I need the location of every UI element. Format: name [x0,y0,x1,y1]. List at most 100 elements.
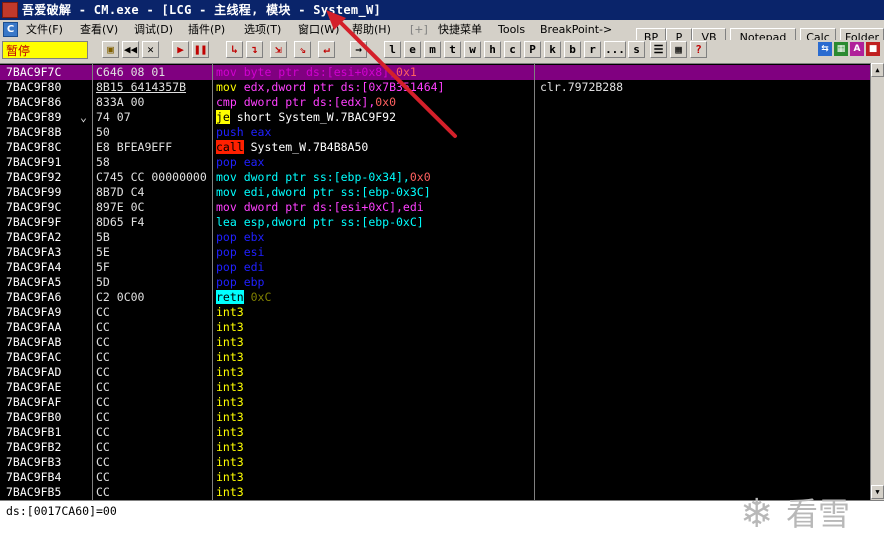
menu-help[interactable]: 帮助(H) [352,20,391,40]
vertical-scrollbar[interactable]: ▲ ▼ [870,63,884,500]
options-icon[interactable]: ▦ [670,41,687,58]
list-icon[interactable]: ☰ [650,41,667,58]
menu-file[interactable]: 文件(F) [26,20,63,40]
disasm-row[interactable]: 7BAC9FAA CC int3 [0,320,870,335]
column-separator[interactable] [92,64,93,501]
disasm-row[interactable]: 7BAC9F8B 50 push eax [0,125,870,140]
scroll-up-icon[interactable]: ▲ [871,63,884,77]
disasm-row[interactable]: 7BAC9FA4 5F pop edi [0,260,870,275]
instruction-token: pop esi [216,245,265,259]
cpu-button[interactable]: c [504,41,521,58]
call-stack-button[interactable]: k [544,41,561,58]
disasm-row[interactable]: 7BAC9FA5 5D pop ebp [0,275,870,290]
disasm-row[interactable]: 7BAC9FB4 CC int3 [0,470,870,485]
modules-button[interactable]: e [404,41,421,58]
source-button[interactable]: s [628,41,645,58]
instruction-cell: pop ebx [216,230,264,245]
menu-plugins[interactable]: 插件(P) [188,20,225,40]
column-separator[interactable] [212,64,213,501]
disasm-row[interactable]: 7BAC9F92 C745 CC 00000000 mov dword ptr ss… [0,170,870,185]
disasm-row[interactable]: 7BAC9F9F 8D65 F4 lea esp,dword ptr ss:[ebp… [0,215,870,230]
menu-tools[interactable]: Tools [498,20,525,40]
disasm-row[interactable]: 7BAC9FB3 CC int3 [0,455,870,470]
pause-icon[interactable]: ❚❚ [192,41,209,58]
disasm-row[interactable]: 7BAC9FAC CC int3 [0,350,870,365]
menu-breakpoint[interactable]: BreakPoint-> [540,20,612,40]
menu-window[interactable]: 窗口(W) [298,20,339,40]
address-cell: 7BAC9FA3 [6,245,62,259]
hex-bytes-cell: 74 07 [96,110,131,124]
address-cell: 7BAC9FA4 [6,260,62,274]
step-into-icon[interactable]: ↳ [226,41,243,58]
disasm-row[interactable]: 7BAC9F7C C646 08 01 mov byte ptr ds:[esi+0… [0,65,870,80]
disasm-row[interactable]: 7BAC9FAB CC int3 [0,335,870,350]
app-icon[interactable] [2,2,18,18]
hex-bytes-cell: 8B15 6414357B [96,80,187,94]
swap-icon[interactable]: ⇆ [818,42,832,56]
disasm-row[interactable]: 7BAC9FB1 CC int3 [0,425,870,440]
disasm-row[interactable]: 7BAC9FA3 5E pop esi [0,245,870,260]
disasm-row[interactable]: 7BAC9FB0 CC int3 [0,410,870,425]
disasm-row[interactable]: 7BAC9FAD CC int3 [0,365,870,380]
disasm-row[interactable]: 7BAC9FAF CC int3 [0,395,870,410]
disasm-row[interactable]: 7BAC9F86 833A 00 cmp dword ptr ds:[edx],0x… [0,95,870,110]
hex-bytes-cell: CC [96,440,110,454]
disasm-row[interactable]: 7BAC9FA2 5B pop ebx [0,230,870,245]
hex-bytes-cell: CC [96,305,110,319]
instruction-cell: mov dword ptr ss:[ebp-0x34],0x0 [216,170,431,185]
stop-icon[interactable]: ■ [866,42,880,56]
hex-bytes-cell: CC [96,335,110,349]
title-bar: 吾爱破解 - CM.exe - [LCG - 主线程, 模块 - System_… [0,0,884,20]
hex-bytes-cell: 8B7D C4 [96,185,145,199]
trace-over-icon[interactable]: ⇘ [294,41,311,58]
menu-view[interactable]: 查看(V) [80,20,118,40]
run-trace-button[interactable]: ... [604,41,626,58]
grid-icon[interactable]: ▦ [834,42,848,56]
instruction-cell: int3 [216,350,244,365]
step-over-icon[interactable]: ↴ [246,41,263,58]
menu-shortcut[interactable]: 快捷菜单 [438,20,482,40]
log-button[interactable]: l [384,41,401,58]
disasm-row[interactable]: 7BAC9F91 58 pop eax [0,155,870,170]
instruction-cell: pop esi [216,245,264,260]
patches-button[interactable]: P [524,41,541,58]
column-separator[interactable] [534,64,535,501]
help-icon[interactable]: ? [690,41,707,58]
disasm-row[interactable]: 7BAC9FAE CC int3 [0,380,870,395]
instruction-token: mov byte ptr ds:[esi+0x8], [216,65,397,79]
breakpoints-button[interactable]: b [564,41,581,58]
disasm-row[interactable]: 7BAC9FA6 C2 0C00 retn 0xC [0,290,870,305]
disasm-row[interactable]: 7BAC9F9C 897E 0C mov dword ptr ds:[esi+0xC… [0,200,870,215]
disasm-row[interactable]: 7BAC9F89 ⌄ 74 07 je short System_W.7BAC9F92 [0,110,870,125]
address-cell: 7BAC9F91 [6,155,62,169]
disasm-row[interactable]: 7BAC9F8C E8 BFEA9EFF call System_W.7B4B8A5… [0,140,870,155]
address-cell: 7BAC9F8C [6,140,62,154]
open-icon[interactable]: ▣ [102,41,119,58]
references-button[interactable]: r [584,41,601,58]
memory-button[interactable]: m [424,41,441,58]
disassembly-panel[interactable]: 7BAC9F7C C646 08 01 mov byte ptr ds:[esi+0… [0,63,870,501]
handles-button[interactable]: h [484,41,501,58]
disasm-row[interactable]: 7BAC9FA9 CC int3 [0,305,870,320]
menu-options[interactable]: 选项(T) [244,20,281,40]
windows-button[interactable]: w [464,41,481,58]
font-a-icon[interactable]: A [850,42,864,56]
menu-plus[interactable]: [+] [410,20,428,40]
hex-bytes-cell: 833A 00 [96,95,145,109]
address-cell: 7BAC9F92 [6,170,62,184]
threads-button[interactable]: t [444,41,461,58]
go-to-icon[interactable]: → [350,41,367,58]
execute-till-return-icon[interactable]: ↵ [318,41,335,58]
disasm-row[interactable]: 7BAC9F99 8B7D C4 mov edi,dword ptr ss:[ebp… [0,185,870,200]
trace-into-icon[interactable]: ⇲ [270,41,287,58]
disasm-row[interactable]: 7BAC9FB2 CC int3 [0,440,870,455]
menu-debug[interactable]: 调试(D) [134,20,173,40]
close-icon[interactable]: ✕ [142,41,159,58]
instruction-token: mov dword ptr ss:[ebp-0x34], [216,170,410,184]
cpu-window-icon[interactable]: C [3,22,18,37]
hex-bytes-cell: CC [96,425,110,439]
rewind-icon[interactable]: ◀◀ [122,41,139,58]
run-icon[interactable]: ▶ [172,41,189,58]
disasm-row[interactable]: 7BAC9F80 8B15 6414357B mov edx,dword ptr d… [0,80,870,95]
instruction-cell: pop edi [216,260,264,275]
